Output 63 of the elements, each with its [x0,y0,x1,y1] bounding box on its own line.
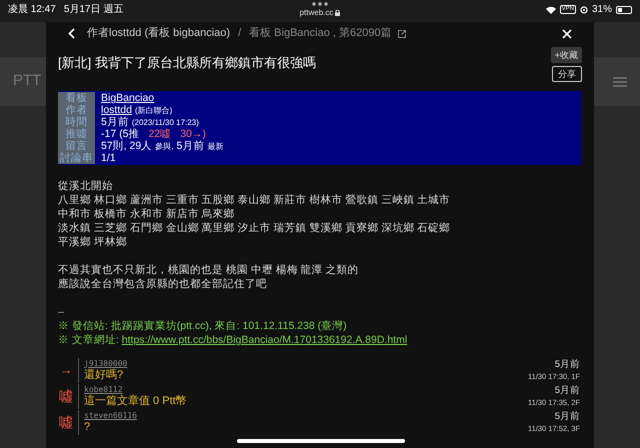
meta-value: 5月前 [176,140,204,152]
body-text-line: 應該說全台灣包含原縣的也都全部記住了吧 [58,277,268,291]
meta-label: 推噓 [58,128,95,140]
share-button[interactable]: 分享 [552,66,582,82]
body-text-line: 平溪鄉 坪林鄉 [58,235,128,249]
comment-user[interactable]: steven60116 [84,410,137,420]
body-text-line: 從溪北開始 [58,179,114,193]
meta-value: -17 [101,128,116,140]
menu-icon[interactable] [613,76,627,86]
rotation-lock-icon [580,6,588,14]
lock-icon [335,10,340,16]
comment-age: 5月前 [554,410,580,422]
push-tag: 噓 [58,412,74,432]
origin-line: ※ 發信站: 批踢踢實業坊(ptt.cc), 來自: 101.12.115.238 (臺灣) [58,319,348,333]
meta-value: 1/1 [101,152,116,164]
meta-value: 22噓 [148,128,172,140]
meta-label: 留言 [58,140,95,152]
more-dots-icon[interactable] [311,2,329,6]
meta-value: 57則, 29人 [101,140,152,152]
board-link[interactable]: 看板 BigBanciao , 第62090篇 [249,25,392,42]
body-text-line: 中和市 板橋市 永和市 新店市 烏來鄉 [58,207,236,221]
comment-user[interactable]: kobe8112 [84,384,123,394]
meta-link[interactable]: BigBanciao [101,92,154,104]
battery-percent: 31% [592,3,612,17]
signature-dash: – [58,305,65,319]
url-text[interactable]: pttweb.cc [300,7,334,19]
comment-text: 這一篇文章值 0 Ptt幣 [84,394,187,408]
body-text-line: 不過其實也不只新北，桃園的也是 桃園 中壢 楊梅 龍潭 之類的 [58,263,360,277]
meta-value: (新白聯合) [134,104,172,116]
meta-label: 作者 [58,104,95,116]
meta-label: 時間 [58,116,95,128]
article-url-line: ※ 文章網址: https://www.ptt.cc/bbs/BigBanciao/M.1701336192.A.89D.html [58,333,408,347]
meta-value: (2023/11/30 17:23) [132,116,199,128]
close-icon[interactable] [562,28,572,38]
meta-label: 討論串 [58,152,95,164]
battery-icon [616,6,632,14]
meta-value: 參與, [155,140,174,152]
wifi-icon [546,6,556,14]
meta-value: 30→) [180,128,206,140]
push-tag: → [58,360,74,380]
author-link[interactable]: 作者losttdd (看板 bigbanciao) [87,25,230,42]
date-text: 5月17日 週五 [64,3,124,17]
comment-age: 5月前 [554,358,580,370]
comment-age: 5月前 [554,384,580,396]
breadcrumb-separator: / [238,26,242,42]
article-title: [新北] 我背下了原台北縣所有鄉鎮市有很強嗎 [58,54,316,72]
comment-text: 還好嗎? [84,368,124,382]
site-title: PTT [13,71,42,92]
comment-user[interactable]: j91380000 [84,358,128,368]
external-link-icon[interactable] [398,30,406,38]
favorite-button[interactable]: +收藏 [550,47,582,63]
body-text-line: 淡水鎮 三芝鄉 石門鄉 金山鄉 萬里鄉 汐止市 瑞芳鎮 雙溪鄉 貢寮鄉 深坑鄉 石碇鄉 [58,221,452,235]
comment-text: ? [84,420,90,434]
article-url-link[interactable]: https://www.ptt.cc/bbs/BigBanciao/M.1701336192.A.89D.html [122,334,408,346]
meta-label: 看板 [58,92,95,104]
meta-link[interactable]: losttdd [101,104,132,116]
meta-value: (5推 [119,128,140,140]
body-text-line: 八里鄉 林口鄉 蘆洲市 三重市 五股鄉 泰山鄉 新莊市 樹林市 鶯歌鎮 三峽鎮 土城市 [58,193,452,207]
meta-value: 最新 [207,140,224,152]
back-icon[interactable] [68,28,75,39]
clock-time: 凌晨 12:47 [8,2,56,17]
push-tag: 噓 [58,386,74,406]
meta-value: 5月前 [101,116,129,128]
